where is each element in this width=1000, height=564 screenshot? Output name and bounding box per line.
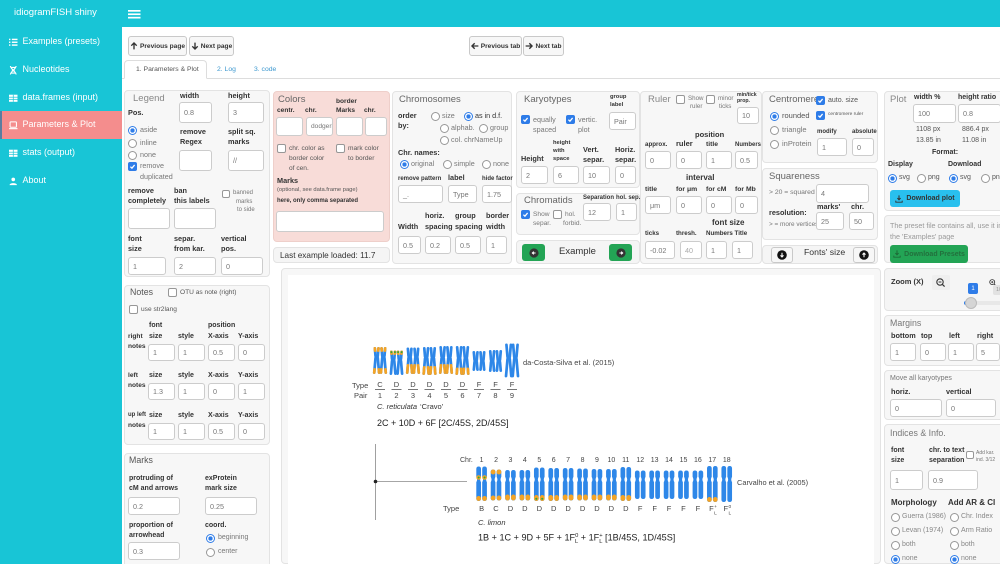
svg-text:D: D	[443, 380, 449, 389]
svg-text:B: B	[479, 504, 484, 513]
svg-text:3: 3	[508, 457, 512, 464]
svg-text:2: 2	[394, 391, 398, 400]
svg-text:L: L	[714, 511, 717, 517]
svg-text:17: 17	[708, 457, 716, 464]
svg-text:L: L	[729, 511, 732, 517]
svg-text:2: 2	[494, 457, 498, 464]
svg-text:Type: Type	[352, 381, 368, 390]
svg-text:D: D	[427, 380, 433, 389]
svg-text:5: 5	[537, 457, 541, 464]
svg-text:D: D	[580, 504, 586, 513]
svg-text:C. limon: C. limon	[478, 518, 506, 527]
svg-text:‘Cravo’: ‘Cravo’	[420, 402, 444, 411]
svg-text:F: F	[638, 504, 643, 513]
svg-text:9: 9	[595, 457, 599, 464]
svg-text:4: 4	[523, 457, 527, 464]
svg-text:18: 18	[723, 457, 731, 464]
svg-text:9: 9	[510, 391, 514, 400]
svg-text:D: D	[537, 504, 543, 513]
svg-text:D: D	[460, 380, 466, 389]
svg-text:D: D	[522, 504, 528, 513]
svg-text:2C + 10D + 6F [2C/45S, 2D/45S]: 2C + 10D + 6F [2C/45S, 2D/45S]	[377, 418, 509, 428]
svg-text:7: 7	[477, 391, 481, 400]
svg-text:15: 15	[680, 457, 688, 464]
svg-text:F: F	[493, 380, 498, 389]
svg-text:F: F	[477, 380, 482, 389]
svg-text:da-Costa-Silva et al. (2015): da-Costa-Silva et al. (2015)	[523, 358, 615, 367]
svg-text:3: 3	[411, 391, 415, 400]
svg-text:D: D	[623, 504, 629, 513]
svg-text:D: D	[609, 504, 615, 513]
svg-text:D: D	[551, 504, 557, 513]
svg-text:7: 7	[566, 457, 570, 464]
svg-text:6: 6	[552, 457, 556, 464]
svg-text:F: F	[667, 504, 672, 513]
svg-text:D: D	[594, 504, 600, 513]
svg-text:0: 0	[729, 504, 732, 510]
svg-text:13: 13	[651, 457, 659, 464]
svg-text:1B + 1C + 9D + 5F + 1F0L + 1F+: 1B + 1C + 9D + 5F + 1F0L + 1F+L [1B/45S,…	[478, 533, 675, 546]
svg-text:D: D	[565, 504, 571, 513]
svg-text:Pair: Pair	[354, 391, 368, 400]
svg-text:Carvalho et al. (2005): Carvalho et al. (2005)	[737, 478, 808, 487]
svg-text:8: 8	[493, 391, 497, 400]
svg-text:C: C	[377, 380, 383, 389]
svg-text:10: 10	[607, 457, 615, 464]
svg-text:C. reticulata: C. reticulata	[377, 402, 417, 411]
svg-text:D: D	[410, 380, 416, 389]
svg-text:F: F	[652, 504, 657, 513]
svg-text:Type: Type	[443, 504, 459, 513]
svg-text:11: 11	[622, 457, 629, 464]
svg-text:+: +	[714, 505, 717, 510]
svg-text:D: D	[508, 504, 514, 513]
svg-text:4: 4	[427, 391, 431, 400]
svg-text:12: 12	[636, 457, 644, 464]
svg-text:6: 6	[460, 391, 464, 400]
svg-text:8: 8	[581, 457, 585, 464]
svg-text:Chr.: Chr.	[460, 457, 473, 464]
svg-text:C: C	[493, 504, 499, 513]
svg-text:16: 16	[694, 457, 702, 464]
svg-text:F: F	[681, 504, 686, 513]
svg-text:5: 5	[444, 391, 448, 400]
svg-text:14: 14	[665, 457, 673, 464]
svg-text:F: F	[510, 380, 515, 389]
svg-text:D: D	[394, 380, 400, 389]
svg-text:F: F	[696, 504, 701, 513]
svg-text:1: 1	[480, 457, 484, 464]
svg-text:1: 1	[378, 391, 382, 400]
